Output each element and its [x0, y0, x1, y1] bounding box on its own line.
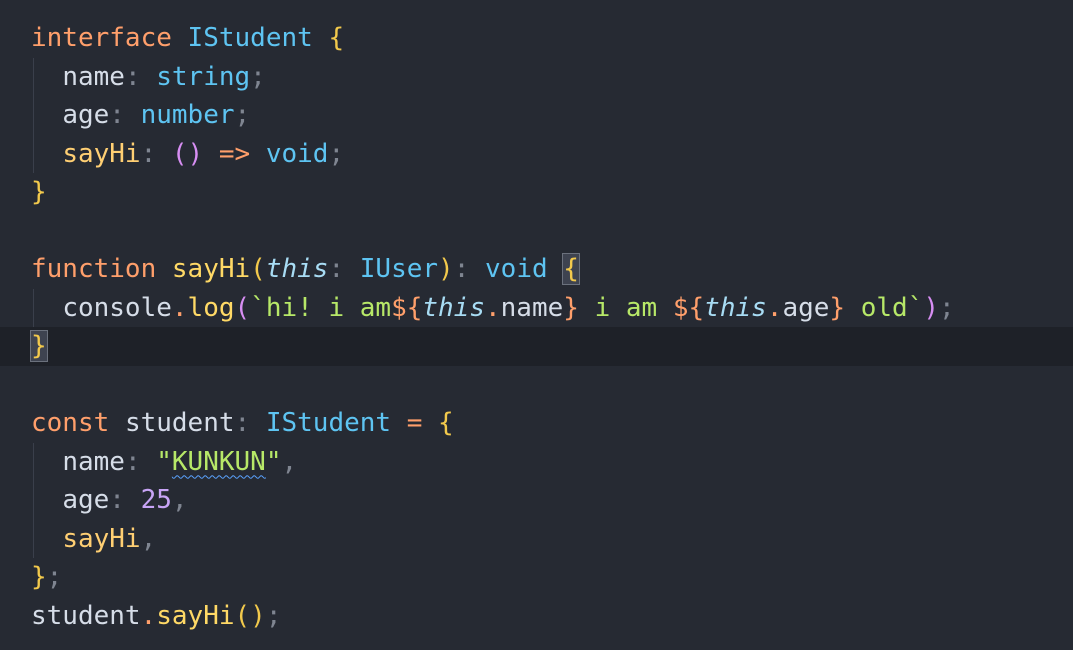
punctuation: , [281, 446, 298, 477]
punctuation: : [124, 446, 141, 477]
code-line-7[interactable]: function sayHi(this: IUser): void { [0, 250, 1073, 289]
brace: { [328, 23, 345, 53]
code-line-4[interactable]: sayHi: () => void; [0, 134, 1073, 173]
property: name [62, 446, 125, 477]
indent-guide [33, 134, 34, 173]
method-name: sayHi [156, 600, 235, 631]
code-line-1[interactable]: interface IStudent { [0, 19, 1073, 58]
punctuation: , [171, 485, 188, 515]
punctuation: ; [265, 600, 282, 631]
method-property: sayHi [62, 523, 141, 554]
interpolation-close: } [829, 292, 846, 323]
arrow-operator: => [218, 138, 251, 169]
type-name: IStudent [265, 408, 392, 438]
this-keyword: this [265, 254, 329, 284]
property: age [62, 100, 110, 130]
template-string: i am [578, 292, 673, 323]
keyword: interface [31, 23, 172, 53]
return-type: void [485, 254, 548, 284]
property: name [62, 61, 125, 92]
number-literal: 25 [140, 485, 172, 515]
dot: . [171, 292, 188, 323]
assign-operator: = [406, 408, 423, 438]
punctuation: : [140, 138, 157, 169]
identifier: age [782, 292, 830, 323]
punctuation: ; [939, 292, 955, 323]
brace: { [438, 408, 454, 438]
code-line-12[interactable]: name: "KUNKUN", [0, 442, 1073, 481]
type-name: void [265, 138, 329, 169]
type-name: IStudent [187, 23, 313, 53]
punctuation: ; [46, 562, 63, 592]
punctuation: : [109, 100, 125, 130]
dot: . [140, 600, 157, 631]
type-name: number [140, 100, 235, 130]
this-keyword: this [704, 292, 767, 323]
indent-guide [33, 519, 34, 558]
keyword: function [31, 254, 157, 284]
code-line-13[interactable]: age: 25, [0, 481, 1073, 520]
function-name: sayHi [171, 254, 251, 284]
code-line-9-current[interactable]: } [0, 327, 1073, 366]
interpolation-close: } [563, 292, 579, 323]
code-line-11[interactable]: const student: IStudent = { [0, 404, 1073, 443]
matched-brace: { [562, 253, 580, 285]
method-name: log [187, 292, 235, 323]
code-line-3[interactable]: age: number; [0, 96, 1073, 135]
string-quote: " [265, 446, 282, 477]
code-line-15[interactable]: }; [0, 558, 1073, 597]
punctuation: : [453, 254, 470, 284]
brace: } [31, 177, 47, 207]
code-line-5[interactable]: } [0, 173, 1073, 212]
method-property: sayHi [62, 138, 141, 169]
matched-brace: } [30, 330, 48, 362]
punctuation: ; [234, 100, 251, 130]
type-name: string [156, 61, 251, 92]
identifier: student [31, 600, 141, 631]
keyword: const [31, 408, 110, 438]
identifier: name [500, 292, 564, 323]
paren: ) [438, 254, 454, 284]
code-line-8[interactable]: console.log(`hi! i am${this.name} i am $… [0, 288, 1073, 327]
interpolation-open: ${ [672, 292, 705, 323]
code-line-14[interactable]: sayHi, [0, 519, 1073, 558]
template-string: old` [845, 292, 924, 323]
indent-guide [33, 442, 34, 481]
punctuation: : [234, 408, 251, 438]
property: age [62, 485, 110, 515]
code-line-10[interactable] [0, 366, 1073, 405]
type-name: IUser [359, 254, 439, 284]
interpolation-open: ${ [391, 292, 423, 323]
code-line-16[interactable]: student.sayHi(); [0, 597, 1073, 636]
punctuation: : [109, 485, 125, 515]
parens: () [234, 600, 266, 631]
indent-guide [33, 96, 34, 135]
punctuation: , [140, 523, 157, 554]
indent-guide [33, 288, 34, 327]
punctuation: ; [250, 61, 266, 92]
code-editor[interactable]: interface IStudent { name: string; age: … [0, 19, 1073, 644]
brace: } [31, 562, 47, 592]
code-line-6[interactable] [0, 212, 1073, 251]
template-string: `hi! i am [250, 292, 392, 323]
dot: . [485, 292, 501, 323]
string-literal-spellcheck: KUNKUN [171, 446, 266, 477]
indent-guide [33, 57, 34, 96]
paren: ( [250, 254, 266, 284]
indent-guide [33, 481, 34, 520]
parens: () [171, 138, 204, 169]
this-keyword: this [422, 292, 485, 323]
dot: . [766, 292, 783, 323]
punctuation: : [124, 61, 141, 92]
string-quote: " [156, 446, 172, 477]
variable-name: student [124, 408, 235, 438]
punctuation: ; [328, 138, 345, 169]
identifier: console [62, 292, 172, 323]
punctuation: : [328, 254, 345, 284]
code-line-2[interactable]: name: string; [0, 57, 1073, 96]
paren: ( [234, 292, 251, 323]
paren: ) [923, 292, 940, 323]
